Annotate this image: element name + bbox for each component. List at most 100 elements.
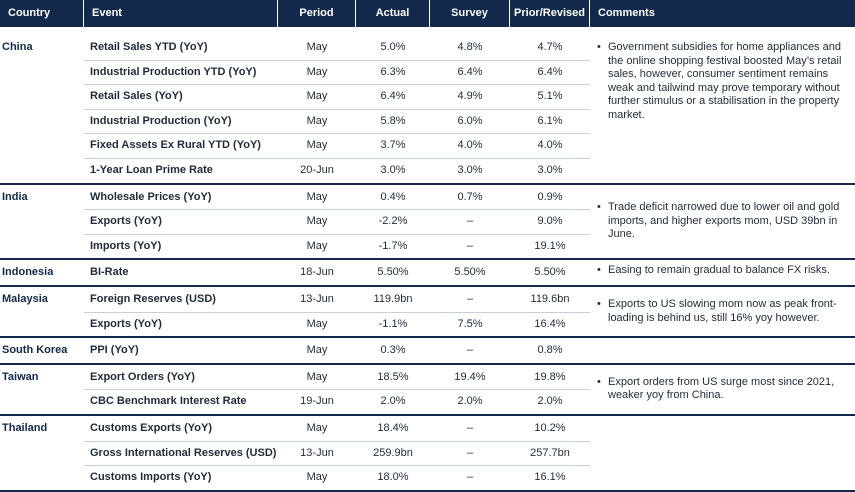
period-cell: May [306, 344, 328, 357]
country-group: Malaysia Foreign Reserves (USD) 13-Jun 119.… [0, 287, 855, 339]
prior-revised-cell: 5.1% [537, 90, 563, 103]
event-cell: Gross International Reserves (USD) [90, 446, 277, 459]
header-event: Event [84, 0, 278, 27]
survey-cell: – [466, 344, 474, 357]
actual-cell: 0.3% [380, 344, 406, 357]
event-cell: CBC Benchmark Interest Rate [90, 395, 247, 408]
survey-cell: – [466, 215, 474, 228]
prior-revised-cell: 4.0% [537, 139, 563, 152]
country-group: Thailand Customs Exports (YoY) May 18.4% – 10… [0, 416, 855, 492]
period-cell: May [306, 65, 328, 78]
header-country: Country [0, 0, 84, 27]
period-cell: 13-Jun [300, 293, 334, 305]
header-actual: Actual [356, 0, 430, 27]
event-cell: Wholesale Prices (YoY) [90, 190, 212, 203]
country-group: South Korea PPI (YoY) May 0.3% – 0.8% [0, 338, 855, 365]
prior-revised-cell: 0.8% [537, 344, 563, 357]
table-row: PPI (YoY) May 0.3% – 0.8% [84, 338, 590, 363]
country-name: South Korea [2, 344, 68, 357]
table-row: Retail Sales YTD (YoY) May 5.0% 4.8% 4.7% [84, 35, 590, 61]
actual-cell: 3.7% [380, 139, 406, 152]
table-row: 1-Year Loan Prime Rate 20-Jun 3.0% 3.0% 3.0% [84, 158, 590, 183]
table-header: Country Event Period Actual Survey Prior… [0, 0, 855, 27]
prior-revised-cell: 0.9% [537, 190, 563, 203]
survey-cell: 4.9% [457, 90, 483, 103]
bullet-icon: • [597, 41, 601, 53]
prior-revised-cell: 4.7% [537, 41, 563, 53]
actual-cell: -1.7% [378, 239, 408, 252]
event-cell: Imports (YoY) [90, 239, 162, 252]
period-cell: May [306, 41, 328, 53]
prior-revised-cell: 6.4% [537, 65, 563, 78]
bullet-icon: • [597, 298, 601, 311]
survey-cell: 6.4% [457, 65, 483, 78]
prior-revised-cell: 16.4% [534, 317, 566, 330]
event-cell: Fixed Assets Ex Rural YTD (YoY) [90, 139, 261, 152]
survey-cell: – [466, 293, 474, 305]
actual-cell: 2.0% [380, 395, 406, 408]
comment: • Government subsidies for home appliance… [597, 41, 849, 122]
prior-revised-cell: 19.1% [534, 239, 566, 252]
prior-revised-cell: 19.8% [534, 370, 566, 383]
survey-cell: 19.4% [454, 370, 486, 383]
country-name: Thailand [2, 422, 48, 434]
event-cell: Exports (YoY) [90, 215, 162, 228]
table-row: BI-Rate 18-Jun 5.50% 5.50% 5.50% [84, 260, 590, 285]
survey-cell: 2.0% [457, 395, 483, 408]
period-cell: 19-Jun [300, 395, 334, 408]
header-comments: Comments [598, 7, 655, 19]
survey-cell: 4.8% [457, 41, 483, 53]
country-name: Taiwan [2, 370, 39, 383]
survey-cell: 5.50% [454, 266, 486, 279]
country-name: Indonesia [2, 266, 54, 279]
event-cell: Export Orders (YoY) [90, 370, 195, 383]
comment-text: Easing to remain gradual to balance FX r… [608, 264, 830, 277]
event-cell: 1-Year Loan Prime Rate [90, 164, 213, 176]
actual-cell: 3.0% [380, 164, 406, 176]
comment-text: Export orders from US surge most since 2… [608, 375, 835, 402]
period-cell: May [306, 139, 328, 152]
period-cell: 20-Jun [300, 164, 334, 176]
table-row: Gross International Reserves (USD) 13-Jun… [84, 441, 590, 467]
prior-revised-cell: 9.0% [537, 215, 563, 228]
actual-cell: 0.4% [380, 190, 406, 203]
comment: • Export orders from US surge most since … [597, 376, 849, 403]
period-cell: 18-Jun [300, 266, 334, 279]
actual-cell: 5.50% [377, 266, 409, 279]
period-cell: 13-Jun [300, 446, 334, 459]
survey-cell: 0.7% [457, 190, 483, 203]
table-row: Export Orders (YoY) May 18.5% 19.4% 19.8% [84, 365, 590, 391]
prior-revised-cell: 2.0% [537, 395, 563, 408]
country-group: China Retail Sales YTD (YoY) May 5.0% 4.8% 4.… [0, 35, 855, 185]
header-period: Period [278, 0, 356, 27]
actual-cell: 6.4% [380, 90, 406, 103]
event-cell: Exports (YoY) [90, 317, 162, 330]
event-cell: Retail Sales (YoY) [90, 90, 183, 103]
prior-revised-cell: 10.2% [534, 422, 566, 434]
survey-cell: 4.0% [457, 139, 483, 152]
survey-cell: 6.0% [457, 114, 483, 127]
header-survey: Survey [430, 0, 510, 27]
country-group: Indonesia BI-Rate 18-Jun 5.50% 5.50% 5.50% • Ea… [0, 260, 855, 287]
table-row: Foreign Reserves (USD) 13-Jun 119.9bn – 119.… [84, 287, 590, 313]
period-cell: May [306, 471, 328, 484]
survey-cell: 3.0% [457, 164, 483, 176]
table-row: Fixed Assets Ex Rural YTD (YoY) May 3.7% 4.… [84, 133, 590, 159]
actual-cell: 18.5% [377, 370, 409, 383]
table-row: CBC Benchmark Interest Rate 19-Jun 2.0% 2.0… [84, 389, 590, 414]
comment: • Trade deficit narrowed due to lower oil… [597, 201, 849, 242]
prior-revised-cell: 3.0% [537, 164, 563, 176]
period-cell: May [306, 422, 328, 434]
actual-cell: -2.2% [378, 215, 408, 228]
country-group: Taiwan Export Orders (YoY) May 18.5% 19.4% 19… [0, 365, 855, 416]
comment-text: Government subsidies for home appliances… [608, 41, 842, 121]
prior-revised-cell: 257.7bn [530, 446, 570, 459]
survey-cell: – [466, 422, 474, 434]
comment-text: Trade deficit narrowed due to lower oil … [608, 201, 840, 241]
event-cell: Retail Sales YTD (YoY) [90, 41, 208, 53]
comment: • Exports to US slowing mom now as peak f… [597, 298, 849, 325]
period-cell: May [306, 114, 328, 127]
table-row: Industrial Production YTD (YoY) May 6.3% 6.… [84, 60, 590, 86]
event-cell: Foreign Reserves (USD) [90, 293, 216, 305]
actual-cell: 18.4% [377, 422, 409, 434]
